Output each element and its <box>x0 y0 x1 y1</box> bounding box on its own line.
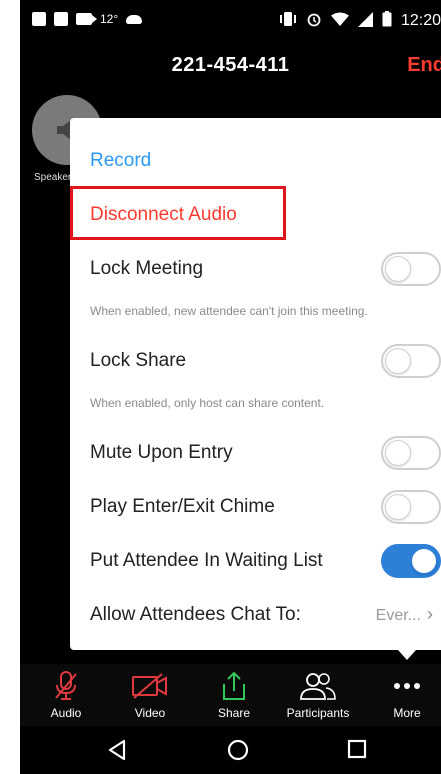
temperature-text: 12° <box>100 12 119 26</box>
lock-share-toggle[interactable] <box>381 344 441 378</box>
allow-chat-value: Ever... <box>375 607 421 624</box>
back-triangle-icon <box>108 739 126 761</box>
toggle-knob <box>385 494 411 520</box>
mute-upon-entry-label: Mute Upon Entry <box>90 442 233 463</box>
share-icon <box>223 671 245 700</box>
toggle-knob <box>385 348 411 374</box>
video-button[interactable]: Video <box>108 670 192 720</box>
share-button[interactable]: Share <box>192 670 276 720</box>
participants-icon <box>300 673 336 700</box>
status-right-icons: 12:20 <box>279 11 441 30</box>
record-option[interactable]: Record <box>90 150 151 172</box>
lock-share-label: Lock Share <box>90 350 187 371</box>
participants-label: Participants <box>286 706 350 720</box>
share-label: Share <box>217 706 251 720</box>
lock-meeting-description: When enabled, new attendee can't join th… <box>90 304 368 318</box>
lock-meeting-label: Lock Meeting <box>90 258 204 279</box>
meeting-toolbar: Audio Video Share Participants More <box>20 664 441 726</box>
toggle-knob <box>385 256 411 282</box>
speaker-label: Speaker <box>34 172 72 183</box>
clock-text: 12:20 <box>400 11 441 29</box>
image-icon <box>54 12 68 26</box>
more-options-menu: Record Disconnect Audio Lock Meeting Whe… <box>70 118 441 650</box>
cloud-icon <box>126 14 143 24</box>
menu-pointer <box>398 650 416 660</box>
wifi-icon <box>330 12 349 30</box>
notification-icon <box>32 12 46 26</box>
recents-button[interactable] <box>346 738 368 765</box>
status-left-icons: 12° <box>32 12 143 26</box>
alarm-icon <box>306 11 322 30</box>
disconnect-audio-option[interactable]: Disconnect Audio <box>90 204 237 226</box>
status-bar: 12° 12:20 <box>20 0 441 40</box>
more-label: More <box>393 706 421 720</box>
video-camera-icon <box>76 13 97 25</box>
vibrate-icon <box>279 11 297 30</box>
video-off-icon <box>132 673 167 699</box>
play-chime-toggle[interactable] <box>381 490 441 524</box>
meeting-id: 221-454-411 <box>171 54 290 76</box>
video-label: Video <box>134 706 166 720</box>
mic-muted-icon <box>55 671 77 700</box>
allow-chat-label: Allow Attendees Chat To: <box>90 604 301 625</box>
lock-meeting-toggle[interactable] <box>381 252 441 286</box>
system-nav-bar <box>20 726 441 774</box>
participants-button[interactable]: Participants <box>276 670 360 720</box>
toggle-knob <box>411 548 437 574</box>
end-meeting-button[interactable]: End <box>407 54 441 77</box>
phone-screen: 12° 12:20 221-454-411 End Speaker Record… <box>20 0 441 774</box>
home-button[interactable] <box>226 738 250 767</box>
mute-upon-entry-toggle[interactable] <box>381 436 441 470</box>
allow-chat-selector[interactable]: Ever... › <box>376 604 433 625</box>
play-chime-label: Play Enter/Exit Chime <box>90 496 275 517</box>
chevron-right-icon: › <box>427 604 433 624</box>
toggle-knob <box>385 440 411 466</box>
home-circle-icon <box>227 739 249 761</box>
audio-button[interactable]: Audio <box>24 670 108 720</box>
more-dots-icon <box>394 683 420 689</box>
signal-icon <box>357 11 373 30</box>
audio-label: Audio <box>50 706 82 720</box>
more-button[interactable]: More <box>365 670 441 720</box>
back-button[interactable] <box>106 738 128 767</box>
battery-icon <box>382 11 392 30</box>
lock-share-description: When enabled, only host can share conten… <box>90 396 325 410</box>
recents-square-icon <box>347 739 367 759</box>
waiting-list-toggle[interactable] <box>381 544 441 578</box>
meeting-header: 221-454-411 End <box>20 40 441 90</box>
waiting-list-label: Put Attendee In Waiting List <box>90 550 323 571</box>
